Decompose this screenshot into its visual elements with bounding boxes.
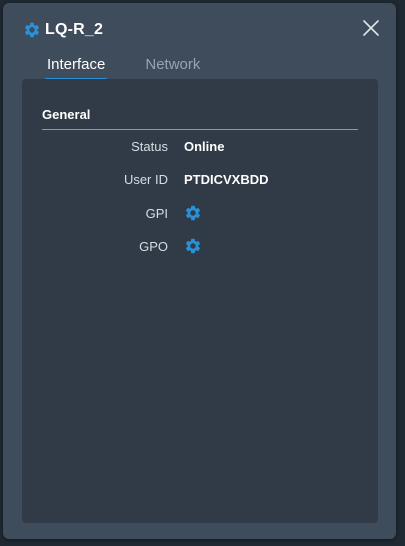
gear-icon bbox=[185, 205, 201, 221]
device-dialog: LQ-R_2 Interface Network General Status … bbox=[3, 3, 396, 539]
tab-bar: Interface Network bbox=[45, 55, 238, 81]
gpi-row: GPI bbox=[22, 203, 378, 223]
user-id-label: User ID bbox=[123, 171, 168, 187]
interface-content: General Status Online User ID PTDICVXBDD… bbox=[22, 79, 378, 523]
dialog-title: LQ-R_2 bbox=[45, 21, 104, 38]
section-title-general: General bbox=[42, 107, 91, 122]
status-label: Status bbox=[131, 138, 168, 154]
tab-interface[interactable]: Interface bbox=[45, 55, 108, 81]
close-icon bbox=[363, 20, 379, 36]
close-button[interactable] bbox=[362, 19, 380, 37]
title-bar: LQ-R_2 bbox=[23, 18, 103, 42]
section-divider bbox=[42, 129, 358, 130]
gear-icon bbox=[23, 21, 41, 39]
gpi-label: GPI bbox=[145, 205, 168, 221]
gear-icon bbox=[185, 238, 201, 254]
gpo-row: GPO bbox=[22, 236, 378, 256]
user-id-row: User ID PTDICVXBDD bbox=[22, 169, 378, 189]
status-value: Online bbox=[184, 138, 225, 154]
gpi-settings-button[interactable] bbox=[184, 204, 202, 222]
gpo-label: GPO bbox=[139, 238, 168, 254]
tab-network[interactable]: Network bbox=[143, 55, 202, 77]
user-id-value: PTDICVXBDD bbox=[184, 171, 269, 187]
gpo-settings-button[interactable] bbox=[184, 237, 202, 255]
status-row: Status Online bbox=[22, 136, 378, 156]
